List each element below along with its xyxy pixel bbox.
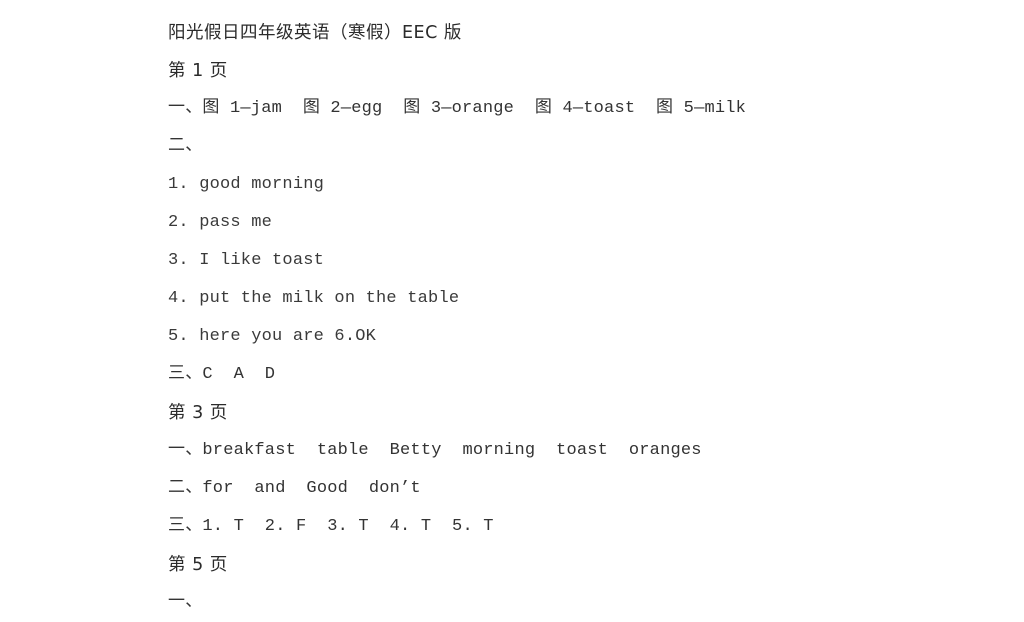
page-5-section-1-heading: 一、 (168, 593, 203, 612)
answer-key-document: 阳光假日四年级英语（寒假）EEC 版 第 1 页 一、图 1—jam 图 2—e… (0, 0, 1024, 622)
document-title: 阳光假日四年级英语（寒假）EEC 版 (168, 23, 462, 43)
page-1-answer-item-2: 2. pass me (168, 213, 273, 232)
page-1-section-2-heading: 二、 (168, 137, 203, 156)
page-3-section-2-answers: 二、for and Good don’t (168, 479, 421, 498)
page-1-answer-item-5: 5. here you are 6.OK (168, 327, 377, 346)
page-marker-page-1: 第 1 页 (168, 61, 228, 81)
page-1-answer-item-1: 1. good morning (168, 175, 325, 194)
page-marker-page-3: 第 3 页 (168, 403, 228, 423)
page-1-answer-item-3: 3. I like toast (168, 251, 325, 270)
page-3-section-1-answers: 一、breakfast table Betty morning toast or… (168, 441, 702, 460)
page-1-answer-item-4: 4. put the milk on the table (168, 289, 460, 308)
page-1-section-3-answers: 三、C A D (168, 365, 276, 384)
page-3-section-3-answers: 三、1. T 2. F 3. T 4. T 5. T (168, 517, 494, 536)
page-marker-page-5: 第 5 页 (168, 555, 228, 575)
page-1-section-1-answers: 一、图 1—jam 图 2—egg 图 3—orange 图 4—toast 图… (168, 99, 747, 118)
